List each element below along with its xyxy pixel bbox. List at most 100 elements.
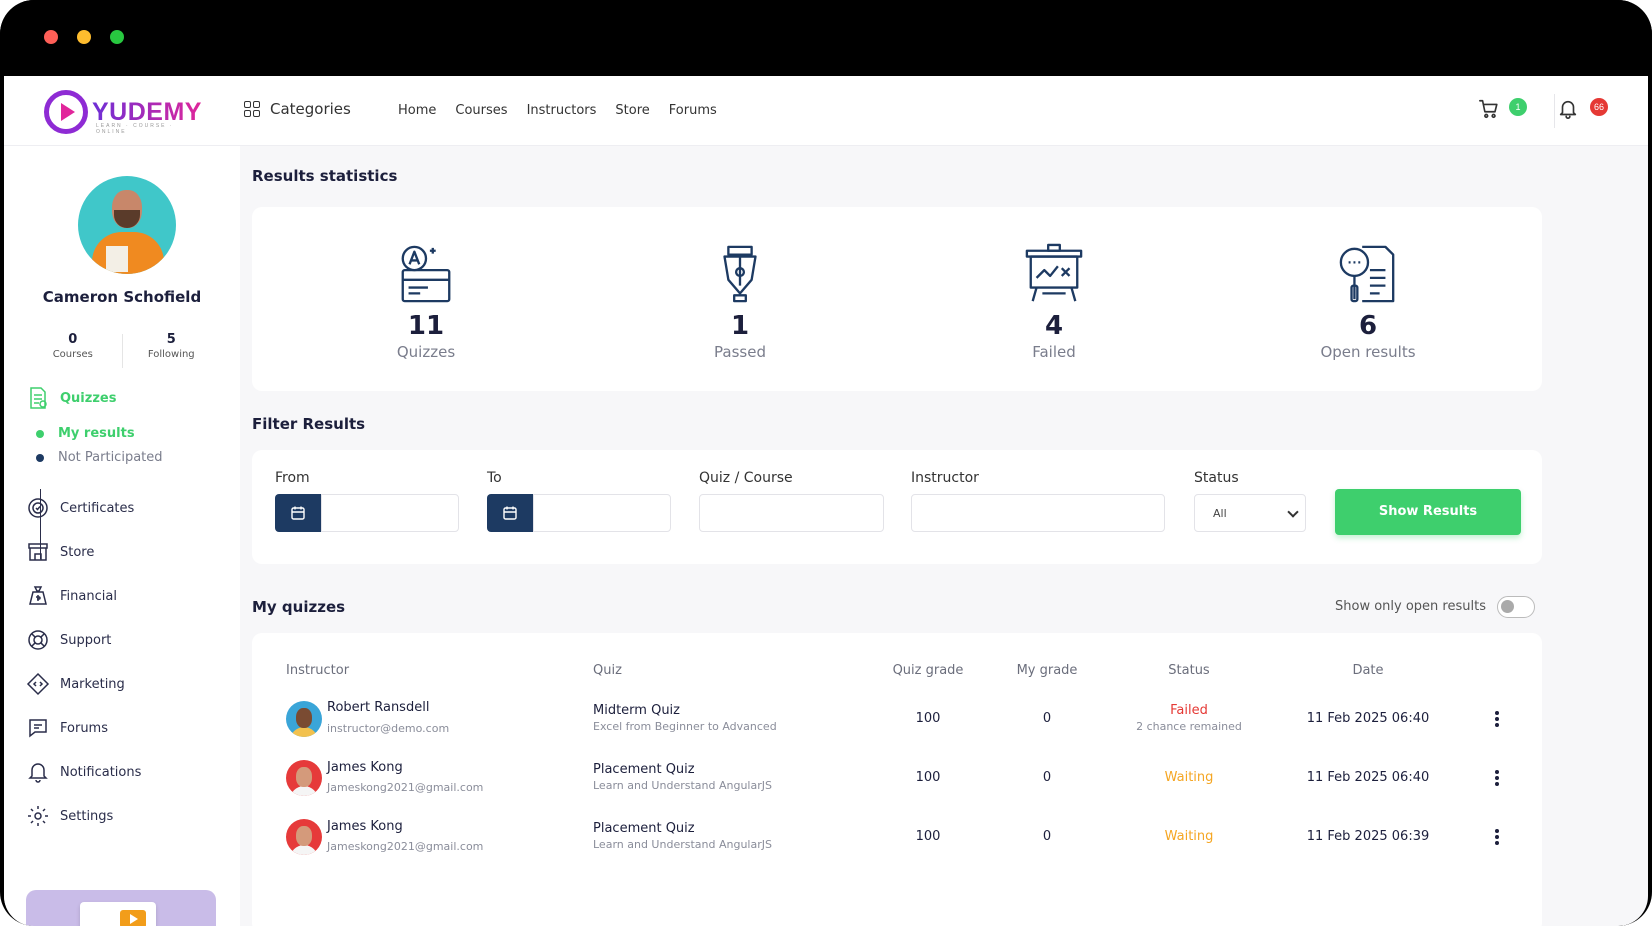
sidebar-item-store[interactable]: Store — [26, 540, 94, 564]
user-name: Cameron Schofield — [42, 288, 202, 306]
my-grade: 0 — [1042, 770, 1052, 785]
sidebar-item-label: Settings — [60, 808, 114, 824]
from-date-input[interactable] — [321, 494, 459, 532]
nav-instructors[interactable]: Instructors — [527, 103, 597, 118]
open-results-toggle[interactable] — [1497, 596, 1535, 618]
to-label: To — [487, 470, 502, 486]
sidebar-item-forums[interactable]: Forums — [26, 716, 108, 740]
following-label: Following — [147, 349, 195, 360]
from-calendar-button[interactable] — [275, 494, 321, 532]
quiz-title[interactable]: Midterm Quiz — [593, 703, 680, 718]
quiz-course: Excel from Beginner to Advanced — [593, 720, 777, 733]
status-label: Status — [1194, 470, 1239, 486]
calendar-icon — [503, 506, 517, 520]
maximize-window-button[interactable] — [110, 30, 124, 44]
logo[interactable]: YUDEMY LEARN · COURSE · ONLINE — [44, 90, 202, 135]
instructor-avatar[interactable] — [286, 819, 322, 855]
from-label: From — [275, 470, 310, 486]
cart-count-badge: 1 — [1509, 98, 1527, 116]
nav-courses[interactable]: Courses — [455, 103, 507, 118]
active-dot — [36, 430, 44, 438]
results-statistics-title: Results statistics — [252, 167, 398, 185]
sidebar-subitem-not-participated[interactable]: Not Participated — [58, 450, 163, 465]
status-select-value: All — [1213, 507, 1227, 520]
column-header-quiz-grade[interactable]: Quiz grade — [878, 663, 978, 678]
my-grade: 0 — [1042, 711, 1052, 726]
sidebar-item-quizzes[interactable]: Quizzes — [26, 386, 116, 410]
row-menu-icon[interactable] — [1495, 711, 1499, 727]
status-select[interactable]: All — [1194, 494, 1306, 532]
column-header-instructor[interactable]: Instructor — [286, 663, 349, 678]
quiz-course-input[interactable] — [699, 494, 884, 532]
nav-home[interactable]: Home — [398, 103, 436, 118]
nav-store[interactable]: Store — [615, 103, 649, 118]
sidebar-item-label: Quizzes — [60, 390, 117, 406]
title-bar — [0, 0, 1652, 76]
open-results-label: Open results — [1320, 343, 1416, 361]
categories-menu[interactable]: Categories — [244, 100, 351, 118]
sidebar-subitem-my-results[interactable]: My results — [58, 426, 135, 441]
status-badge: Failed — [1170, 703, 1208, 718]
quiz-date: 11 Feb 2025 06:40 — [1306, 711, 1430, 726]
quiz-date: 11 Feb 2025 06:40 — [1306, 770, 1430, 785]
instructor-input[interactable] — [911, 494, 1165, 532]
sidebar-item-support[interactable]: Support — [26, 628, 111, 652]
user-avatar[interactable] — [78, 176, 176, 274]
quiz-icon — [401, 245, 451, 303]
row-menu-icon[interactable] — [1495, 829, 1499, 845]
passed-count: 1 — [730, 311, 750, 341]
row-menu-icon[interactable] — [1495, 770, 1499, 786]
notification-count-badge: 66 — [1590, 98, 1608, 116]
window-frame: YUDEMY LEARN · COURSE · ONLINE Categorie… — [0, 0, 1652, 926]
quiz-grade: 100 — [915, 711, 941, 726]
open-results-toggle-label: Show only open results — [1335, 599, 1486, 614]
quiz-date: 11 Feb 2025 06:39 — [1306, 829, 1430, 844]
sidebar-item-label: Store — [60, 544, 95, 560]
logo-play-icon — [44, 90, 88, 134]
bell-icon[interactable] — [1557, 98, 1579, 120]
quizzes-count: 11 — [407, 311, 445, 341]
status-badge: Waiting — [1164, 829, 1214, 844]
store-icon — [28, 543, 48, 561]
close-window-button[interactable] — [44, 30, 58, 44]
instructor-email: instructor@demo.com — [327, 722, 450, 735]
column-header-my-grade[interactable]: My grade — [997, 663, 1097, 678]
courses-count: 0 — [68, 332, 78, 347]
passed-label: Passed — [714, 343, 766, 361]
instructor-name[interactable]: James Kong — [327, 819, 403, 834]
column-header-quiz[interactable]: Quiz — [593, 663, 622, 678]
sidebar-item-financial[interactable]: Financial — [26, 584, 117, 608]
main-nav: Home Courses Instructors Store Forums — [398, 103, 717, 118]
quiz-document-icon — [30, 387, 47, 409]
open-results-count: 6 — [1358, 311, 1378, 341]
quiz-title[interactable]: Placement Quiz — [593, 821, 695, 836]
minimize-window-button[interactable] — [77, 30, 91, 44]
to-date-input[interactable] — [533, 494, 671, 532]
instructor-avatar[interactable] — [286, 701, 322, 737]
nav-forums[interactable]: Forums — [669, 103, 717, 118]
column-header-date[interactable]: Date — [1318, 663, 1418, 678]
sidebar-item-notifications[interactable]: Notifications — [26, 760, 141, 784]
instructor-avatar[interactable] — [286, 760, 322, 796]
show-results-button[interactable]: Show Results — [1335, 489, 1521, 535]
instructor-name[interactable]: James Kong — [327, 760, 403, 775]
quiz-grade: 100 — [915, 770, 941, 785]
sidebar-item-certificates[interactable]: Certificates — [26, 496, 134, 520]
instructor-name[interactable]: Robert Ransdell — [327, 700, 429, 715]
failed-count: 4 — [1044, 311, 1064, 341]
quiz-title[interactable]: Placement Quiz — [593, 762, 695, 777]
sidebar-item-marketing[interactable]: Marketing — [26, 672, 125, 696]
header-divider — [1554, 94, 1555, 128]
instructor-email: Jameskong2021@gmail.com — [327, 840, 484, 853]
instructor-label: Instructor — [911, 470, 979, 486]
inactive-dot — [36, 454, 44, 462]
logo-tagline: LEARN · COURSE · ONLINE — [96, 123, 174, 135]
quizzes-stat: 11 Quizzes — [326, 243, 526, 361]
to-calendar-button[interactable] — [487, 494, 533, 532]
money-bag-icon — [29, 586, 47, 605]
status-note: 2 chance remained — [1136, 720, 1242, 733]
cart-icon[interactable] — [1478, 98, 1500, 120]
sidebar-item-settings[interactable]: Settings — [26, 804, 113, 828]
following-stat: 5 Following — [123, 332, 221, 368]
column-header-status[interactable]: Status — [1139, 663, 1239, 678]
